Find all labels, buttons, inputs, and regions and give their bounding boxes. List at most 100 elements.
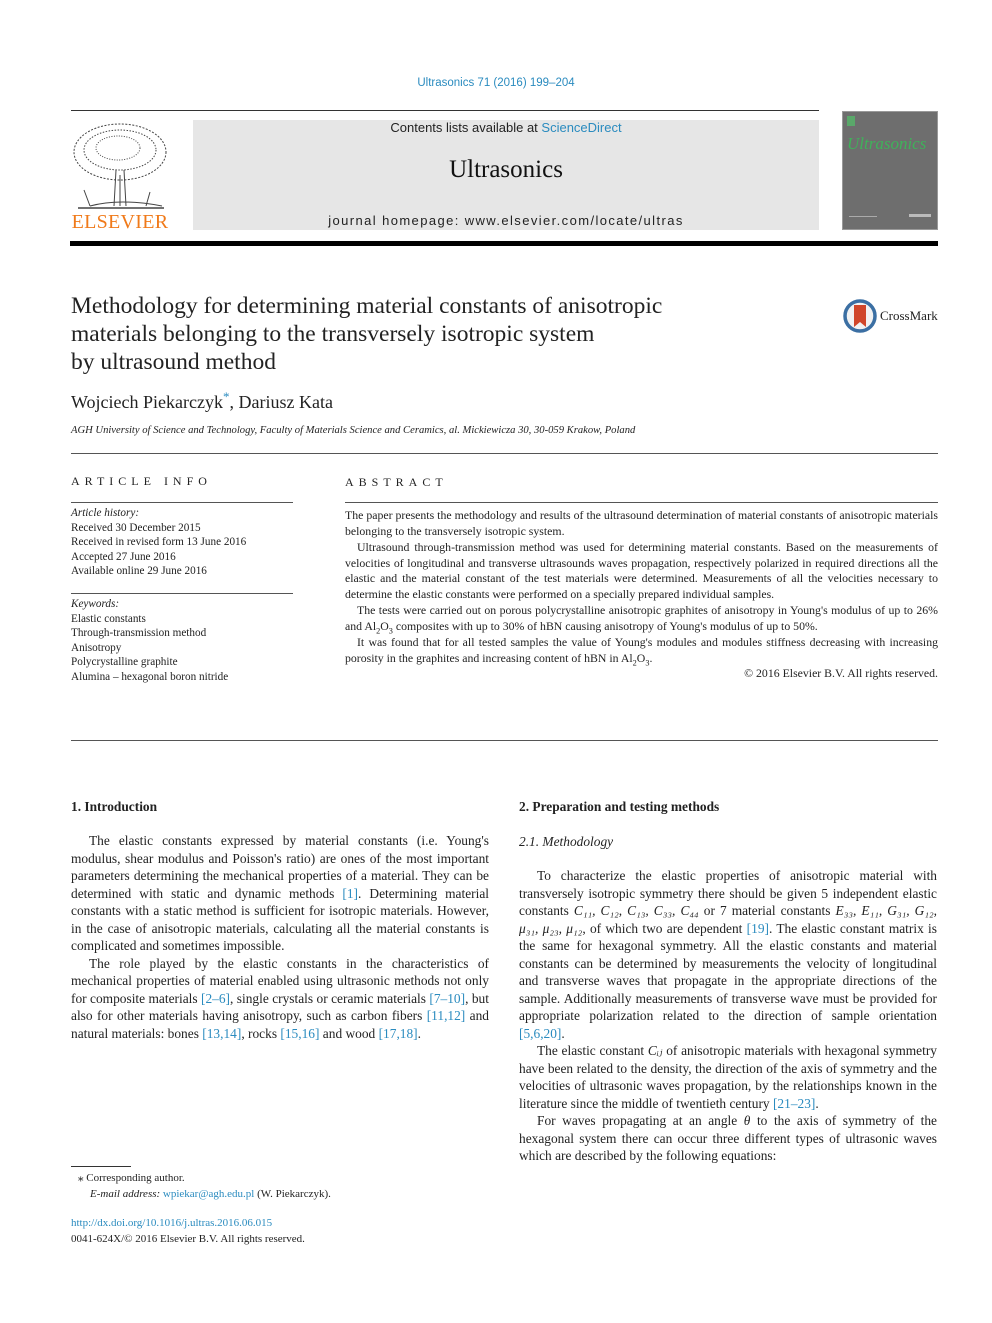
crossmark-label: CrossMark — [880, 308, 938, 323]
reference-link[interactable]: [2–6] — [201, 991, 230, 1006]
text: and wood — [319, 1025, 379, 1041]
cover-rule-right — [909, 214, 931, 217]
reference-link[interactable]: [5,6,20] — [519, 1026, 561, 1041]
doi-block: http://dx.doi.org/10.1016/j.ultras.2016.… — [71, 1216, 305, 1247]
cover-logo-icon — [847, 116, 855, 126]
divider — [345, 502, 938, 503]
crossmark-icon — [843, 299, 877, 333]
body-paragraph: For waves propagating at an angle θ to t… — [519, 1112, 937, 1165]
keywords: Keywords: Elastic constants Through-tran… — [71, 597, 228, 684]
abstract-heading: ABSTRACT — [345, 475, 448, 489]
body-paragraph: The elastic constant Cᵢⱼ of anisotropic … — [519, 1042, 937, 1112]
elsevier-tree-icon — [73, 123, 167, 209]
abstract-copyright: © 2016 Elsevier B.V. All rights reserved… — [744, 666, 938, 681]
keywords-label: Keywords: — [71, 598, 120, 610]
email-label: E-mail address: — [90, 1188, 163, 1200]
keyword: Anisotropy — [71, 641, 122, 654]
introduction-body: The elastic constants expressed by mater… — [71, 832, 489, 1042]
body-paragraph: To characterize the elastic properties o… — [519, 867, 937, 1042]
contents-prefix: Contents lists available at — [390, 120, 542, 135]
text: composites with up to 30% of hBN causing… — [392, 618, 818, 633]
keyword: Through-transmission method — [71, 627, 207, 639]
divider — [71, 453, 938, 454]
abstract-paragraph: The tests were carried out on porous pol… — [345, 603, 938, 635]
reference-link[interactable]: [1] — [342, 886, 358, 901]
cover-rule-left — [849, 216, 877, 217]
divider — [71, 740, 938, 741]
text: , rocks — [241, 1025, 281, 1041]
doi-link[interactable]: http://dx.doi.org/10.1016/j.ultras.2016.… — [71, 1217, 272, 1229]
title-line: materials belonging to the transversely … — [71, 321, 595, 347]
cover-title: Ultrasonics — [847, 134, 927, 153]
text: . — [417, 1025, 422, 1041]
text: Corresponding author. — [86, 1172, 185, 1184]
journal-citation-link[interactable]: Ultrasonics 71 (2016) 199–204 — [0, 77, 992, 89]
journal-homepage[interactable]: journal homepage: www.elsevier.com/locat… — [193, 213, 819, 228]
reference-link[interactable]: [15,16] — [280, 1026, 319, 1041]
crossmark-button[interactable]: CrossMark — [843, 297, 953, 337]
article-title: Methodology for determining material con… — [71, 292, 791, 376]
section-heading-preparation: 2. Preparation and testing methods — [519, 799, 720, 814]
issn-copyright: 0041-624X/© 2016 Elsevier B.V. All right… — [71, 1232, 305, 1245]
reference-link[interactable]: [7–10] — [429, 991, 465, 1006]
body-paragraph: The role played by the elastic constants… — [71, 955, 489, 1043]
abstract-paragraph: Ultrasound through-transmission method w… — [345, 539, 938, 602]
methodology-body: To characterize the elastic properties o… — [519, 867, 937, 1165]
text: or 7 material constants — [698, 903, 836, 918]
elsevier-wordmark: ELSEVIER — [71, 211, 169, 233]
text: . — [649, 650, 653, 665]
history-item: Available online 29 June 2016 — [71, 565, 207, 577]
divider — [71, 593, 293, 594]
keyword: Elastic constants — [71, 612, 146, 625]
journal-name: Ultrasonics — [449, 156, 563, 183]
footnote-mark: ⁎ — [78, 1172, 84, 1184]
text: (W. Piekarczyk). — [254, 1188, 331, 1200]
cij-symbol: Cᵢⱼ — [647, 1043, 663, 1058]
email-link[interactable]: wpiekar@agh.edu.pl — [163, 1188, 254, 1200]
history-item: Received 30 December 2015 — [71, 521, 201, 534]
history-label: Article history: — [71, 507, 140, 519]
sciencedirect-link[interactable]: ScienceDirect — [541, 120, 621, 135]
journal-banner: Contents lists available at ScienceDirec… — [193, 120, 819, 230]
reference-link[interactable]: [19] — [747, 921, 769, 936]
text: For waves propagating at an angle — [537, 1113, 744, 1128]
elastic-constants-symbols: C₁₁, C₁₂, C₁₃, C₃₃, C₄₄ — [573, 903, 699, 918]
keyword: Polycrystalline graphite — [71, 656, 178, 668]
history-item: Accepted 27 June 2016 — [71, 550, 176, 563]
header-rule — [71, 110, 819, 111]
text: O — [380, 618, 389, 633]
abstract-paragraph: The paper presents the methodology and r… — [345, 508, 938, 538]
reference-link[interactable]: [13,14] — [202, 1026, 241, 1041]
corresponding-author-note: ⁎ Corresponding author. — [78, 1170, 331, 1186]
affiliation: AGH University of Science and Technology… — [71, 425, 636, 436]
section-heading-introduction: 1. Introduction — [71, 799, 158, 814]
text: . — [815, 1095, 819, 1111]
reference-link[interactable]: [17,18] — [379, 1026, 418, 1041]
abstract-paragraph: It was found that for all tested samples… — [345, 635, 938, 667]
text: , of which two are dependent — [582, 920, 747, 936]
text: . — [561, 1025, 565, 1041]
author-name[interactable]: Dariusz Kata — [238, 392, 332, 412]
abstract-body: The paper presents the methodology and r… — [345, 508, 938, 682]
contents-line: Contents lists available at ScienceDirec… — [193, 120, 819, 135]
title-line: Methodology for determining material con… — [71, 293, 663, 319]
text: The elastic constant — [537, 1043, 648, 1058]
article-history: Article history: Received 30 December 20… — [71, 506, 246, 579]
reference-link[interactable]: [11,12] — [427, 1008, 466, 1023]
author-list: Wojciech Piekarczyk*, Dariusz Kata — [71, 390, 333, 413]
footnote-rule — [71, 1166, 131, 1167]
divider — [71, 502, 293, 503]
email-note: E-mail address: wpiekar@agh.edu.pl (W. P… — [78, 1186, 331, 1202]
header-thick-rule — [70, 241, 938, 246]
footnotes: ⁎ Corresponding author. E-mail address: … — [78, 1170, 331, 1202]
body-paragraph: The elastic constants expressed by mater… — [71, 832, 489, 955]
subsection-heading-methodology: 2.1. Methodology — [519, 834, 614, 849]
title-line: by ultrasound method — [71, 349, 276, 375]
author-name[interactable]: Wojciech Piekarczyk — [71, 392, 223, 412]
elsevier-logo[interactable]: ELSEVIER — [70, 120, 170, 233]
history-item: Received in revised form 13 June 2016 — [71, 536, 247, 548]
reference-link[interactable]: [21–23] — [773, 1096, 815, 1111]
journal-cover[interactable]: Ultrasonics — [842, 111, 938, 230]
keyword: Alumina – hexagonal boron nitride — [71, 670, 229, 683]
text: , single crystals or ceramic materials — [230, 990, 430, 1006]
